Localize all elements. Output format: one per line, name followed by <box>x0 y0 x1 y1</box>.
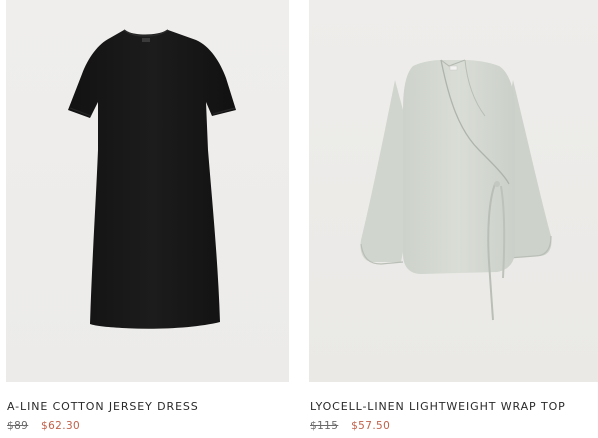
product-card-1[interactable]: A-LINE COTTON JERSEY DRESS $89 $62.30 <box>6 0 289 433</box>
sage-wrap-top-icon <box>360 59 552 321</box>
product-image-wrap-top[interactable] <box>309 0 598 382</box>
sale-price: $57.50 <box>351 420 391 432</box>
black-t-shirt-dress-icon <box>68 29 236 329</box>
price-row: $89 $62.30 <box>7 419 289 433</box>
original-price: $89 <box>7 420 29 432</box>
price-row: $115 $57.50 <box>310 419 598 433</box>
product-image-dress[interactable] <box>6 0 289 382</box>
product-card-2[interactable]: LYOCELL-LINEN LIGHTWEIGHT WRAP TOP $115 … <box>309 0 598 433</box>
sale-price: $62.30 <box>41 420 81 432</box>
original-price: $115 <box>310 420 339 432</box>
product-name[interactable]: A-LINE COTTON JERSEY DRESS <box>7 400 289 414</box>
product-name[interactable]: LYOCELL-LINEN LIGHTWEIGHT WRAP TOP <box>310 400 598 414</box>
product-grid: A-LINE COTTON JERSEY DRESS $89 $62.30 LY… <box>0 0 598 438</box>
